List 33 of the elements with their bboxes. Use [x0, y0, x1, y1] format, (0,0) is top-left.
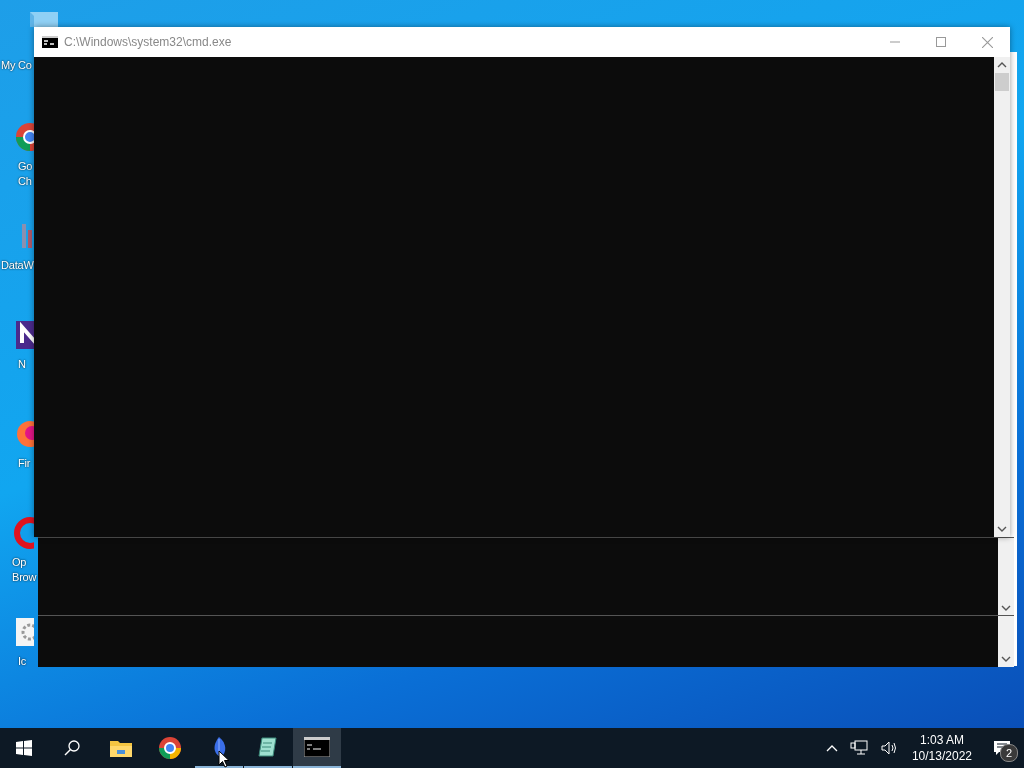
icon-label: DataW	[1, 258, 34, 273]
scrollbar[interactable]	[994, 57, 1010, 537]
gear-icon[interactable]	[14, 616, 34, 648]
close-icon	[981, 36, 993, 48]
notification-badge: 2	[1000, 744, 1018, 762]
maximize-icon	[936, 37, 946, 47]
scrollbar[interactable]	[998, 538, 1014, 616]
folder-icon	[109, 738, 133, 758]
notification-button[interactable]: 2	[980, 728, 1024, 768]
notepad-icon	[256, 735, 280, 759]
network-icon[interactable]	[849, 740, 868, 756]
scroll-thumb[interactable]	[995, 73, 1009, 91]
scrollbar[interactable]	[998, 616, 1014, 667]
icon-label: Brow	[12, 570, 37, 585]
icon-label: Ic	[18, 654, 27, 669]
windows-logo-icon	[16, 740, 32, 756]
search-icon	[64, 740, 80, 756]
clock[interactable]: 1:03 AM 10/13/2022	[903, 732, 980, 764]
console-icon	[304, 737, 330, 757]
console-button[interactable]	[293, 728, 341, 768]
show-hidden-icons-icon[interactable]	[825, 744, 838, 752]
icon-label: Go	[18, 159, 33, 174]
volume-icon[interactable]	[879, 740, 898, 756]
icon-label: Op	[12, 555, 27, 570]
icon-label: Ch	[18, 174, 32, 189]
icon-label: Fir	[18, 456, 31, 471]
icon-label: N	[18, 357, 26, 372]
app-icon[interactable]	[14, 319, 34, 351]
browser-icon	[158, 736, 182, 760]
console-icon	[42, 36, 58, 48]
window-title: C:\Windows\system32\cmd.exe	[64, 35, 232, 49]
icon-label: My Co	[1, 58, 32, 73]
mouse-pointer-icon	[218, 750, 230, 768]
